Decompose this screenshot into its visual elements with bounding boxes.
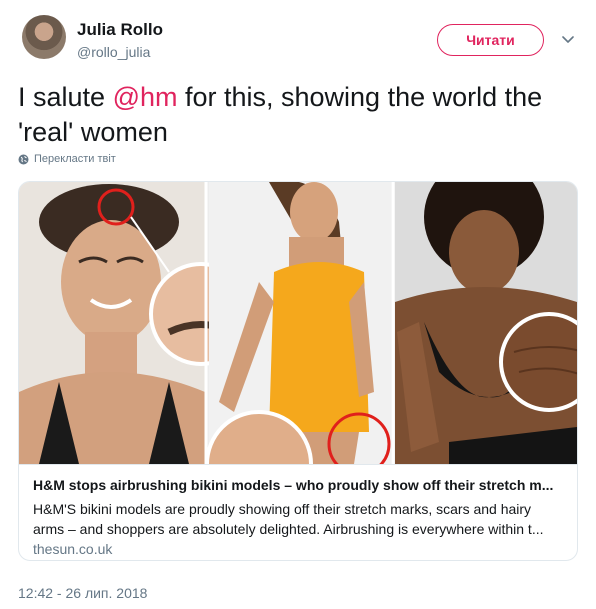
translate-tweet-link[interactable]: Перекласти твіт <box>18 153 116 165</box>
avatar[interactable] <box>22 15 66 59</box>
model-photo-3 <box>395 182 577 464</box>
globe-icon <box>18 154 29 164</box>
card-body: H&M stops airbrushing bikini models – wh… <box>19 464 577 560</box>
author-handle[interactable]: @rollo_julia <box>77 44 150 60</box>
card-domain[interactable]: thesun.co.uk <box>33 541 112 557</box>
author-name[interactable]: Julia Rollo <box>77 20 163 40</box>
mention-link[interactable]: @hm <box>113 82 178 112</box>
follow-button[interactable]: Читати <box>437 24 544 56</box>
timestamp[interactable]: 12:42 - 26 лип. 2018 <box>18 585 147 601</box>
card-description: H&M'S bikini models are proudly showing … <box>33 501 544 537</box>
chevron-down-icon <box>562 36 574 43</box>
card-title[interactable]: H&M stops airbrushing bikini models – wh… <box>33 477 563 493</box>
more-options-button[interactable] <box>560 32 576 48</box>
tweet-text-start: I salute <box>18 82 113 112</box>
tweet-text: I salute @hm for this, showing the world… <box>18 80 578 150</box>
model-photo-2 <box>205 182 391 464</box>
link-card[interactable]: H&M stops airbrushing bikini models – wh… <box>18 181 578 561</box>
translate-label: Перекласти твіт <box>34 153 116 165</box>
card-image <box>19 182 577 464</box>
